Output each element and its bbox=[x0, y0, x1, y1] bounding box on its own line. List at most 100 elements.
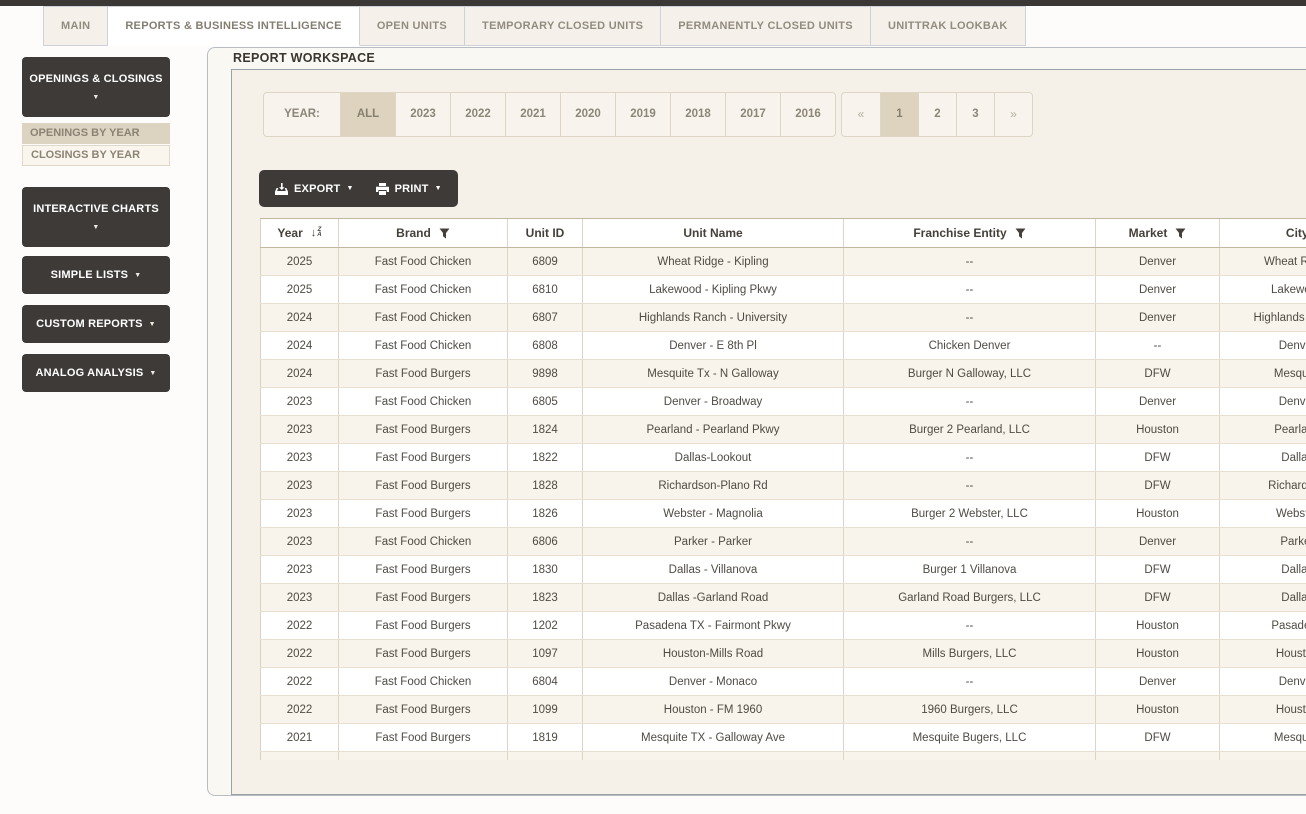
table-row: 2023 Fast Food Chicken 6805 Denver - Broadw… bbox=[260, 387, 1306, 416]
cell-city: Highlands Ranch bbox=[1219, 303, 1306, 332]
cell-brand: Fast Food Chicken bbox=[338, 667, 508, 696]
cell-franchise-entity: -- bbox=[843, 443, 1096, 472]
cell-unit-name: Dallas -Garland Road bbox=[582, 583, 844, 612]
chevron-down-icon: ▼ bbox=[434, 185, 442, 192]
cell-market: DFW bbox=[1095, 471, 1220, 500]
cell-city: Denver bbox=[1219, 331, 1306, 360]
table-row: 2023 Fast Food Burgers 1824 Pearland - Pear… bbox=[260, 415, 1306, 444]
column-header-unit-id[interactable]: Unit ID bbox=[507, 218, 583, 248]
cell-unit-name: Richardson-Plano Rd bbox=[582, 471, 844, 500]
cell-unit-id: 1826 bbox=[507, 499, 583, 528]
column-header-market[interactable]: Market bbox=[1095, 218, 1220, 248]
table-row-partial bbox=[260, 751, 1306, 760]
sort-za-letters: ZA bbox=[317, 227, 321, 238]
cell-unit-id: 1822 bbox=[507, 443, 583, 472]
cell-city: Dallas bbox=[1219, 583, 1306, 612]
cell-unit-name: Pasadena TX - Fairmont Pkwy bbox=[582, 611, 844, 640]
filter-icon bbox=[1175, 228, 1186, 239]
sidebar-button-interactive-charts[interactable]: INTERACTIVE CHARTS ▼ bbox=[22, 187, 170, 247]
sidebar-button-simple-lists[interactable]: SIMPLE LISTS ▼ bbox=[22, 256, 170, 294]
report-workspace-panel: REPORT WORKSPACE YEAR: ALL 2023 2022 2021 20… bbox=[207, 47, 1306, 796]
cell-city: Mesquite bbox=[1219, 359, 1306, 388]
export-icon bbox=[275, 182, 288, 195]
table-row: 2025 Fast Food Chicken 6809 Wheat Ridge - K… bbox=[260, 247, 1306, 276]
cell-city: Denver bbox=[1219, 387, 1306, 416]
cell-brand: Fast Food Burgers bbox=[338, 499, 508, 528]
table-row: 2022 Fast Food Burgers 1097 Houston-Mills R… bbox=[260, 639, 1306, 668]
year-option-2020[interactable]: 2020 bbox=[560, 93, 615, 136]
year-option-2021[interactable]: 2021 bbox=[505, 93, 560, 136]
pagination-page-2[interactable]: 2 bbox=[918, 93, 956, 136]
column-header-label: Unit ID bbox=[525, 226, 565, 240]
cell-year: 2023 bbox=[260, 387, 339, 416]
export-button[interactable]: EXPORT ▼ bbox=[275, 182, 354, 195]
year-option-2017[interactable]: 2017 bbox=[725, 93, 780, 136]
column-header-label: Market bbox=[1128, 226, 1168, 240]
sidebar-item-openings-by-year[interactable]: OPENINGS BY YEAR bbox=[22, 123, 170, 144]
column-header-label: City bbox=[1285, 226, 1306, 240]
pagination-page-3[interactable]: 3 bbox=[956, 93, 994, 136]
cell-brand bbox=[338, 751, 508, 760]
cell-year: 2025 bbox=[260, 247, 339, 276]
column-header-franchise-entity[interactable]: Franchise Entity bbox=[843, 218, 1096, 248]
column-header-city[interactable]: City bbox=[1219, 218, 1306, 248]
column-header-inner: Franchise Entity bbox=[913, 226, 1026, 240]
column-header-inner: Unit ID bbox=[526, 226, 565, 240]
cell-unit-id: 6807 bbox=[507, 303, 583, 332]
cell-franchise-entity: 1960 Burgers, LLC bbox=[843, 695, 1096, 724]
table-row: 2023 Fast Food Burgers 1828 Richardson-Plan… bbox=[260, 471, 1306, 500]
cell-franchise-entity: -- bbox=[843, 303, 1096, 332]
tab-temporary-closed-units[interactable]: TEMPORARY CLOSED UNITS bbox=[465, 6, 662, 46]
report-table-container: Year ↓ Z A Brand Unit ID Unit Name Franchise En… bbox=[260, 218, 1306, 760]
action-bar: EXPORT ▼ PRINT ▼ bbox=[259, 170, 458, 207]
year-option-2023[interactable]: 2023 bbox=[395, 93, 450, 136]
pagination-page-1[interactable]: 1 bbox=[880, 93, 918, 136]
cell-unit-id: 1099 bbox=[507, 695, 583, 724]
cell-unit-id: 6808 bbox=[507, 331, 583, 360]
cell-brand: Fast Food Chicken bbox=[338, 331, 508, 360]
year-filter-label: YEAR: bbox=[284, 108, 320, 120]
cell-year: 2023 bbox=[260, 527, 339, 556]
tab-main[interactable]: MAIN bbox=[43, 6, 109, 46]
sidebar-button-analog-analysis[interactable]: ANALOG ANALYSIS ▼ bbox=[22, 354, 170, 392]
sidebar-button-openings-closings[interactable]: OPENINGS & CLOSINGS ▼ bbox=[22, 57, 170, 117]
column-header-unit-name[interactable]: Unit Name bbox=[582, 218, 844, 248]
pagination-next-button[interactable]: » bbox=[994, 93, 1032, 136]
cell-brand: Fast Food Burgers bbox=[338, 723, 508, 752]
year-option-2016[interactable]: 2016 bbox=[780, 93, 835, 136]
cell-unit-id: 1097 bbox=[507, 639, 583, 668]
cell-city: Denver bbox=[1219, 667, 1306, 696]
tab-reports-business-intelligence[interactable]: REPORTS & BUSINESS INTELLIGENCE bbox=[108, 6, 360, 46]
cell-brand: Fast Food Chicken bbox=[338, 275, 508, 304]
report-workspace-body: YEAR: ALL 2023 2022 2021 2020 2019 2018 2017 201… bbox=[231, 69, 1306, 795]
year-option-2018[interactable]: 2018 bbox=[670, 93, 725, 136]
pagination-prev-button[interactable]: « bbox=[842, 93, 880, 136]
sidebar-item-closings-by-year[interactable]: CLOSINGS BY YEAR bbox=[22, 145, 170, 166]
year-option-2022[interactable]: 2022 bbox=[450, 93, 505, 136]
tab-open-units[interactable]: OPEN UNITS bbox=[359, 6, 466, 46]
cell-city: Pasadena bbox=[1219, 611, 1306, 640]
tab-permanently-closed-units[interactable]: PERMANENTLY CLOSED UNITS bbox=[661, 6, 871, 46]
cell-brand: Fast Food Burgers bbox=[338, 415, 508, 444]
cell-franchise-entity: -- bbox=[843, 387, 1096, 416]
print-button[interactable]: PRINT ▼ bbox=[375, 182, 442, 195]
tab-unittrak-lookbak[interactable]: UNITTRAK LOOKBAK bbox=[870, 6, 1026, 46]
column-header-year[interactable]: Year ↓ Z A bbox=[260, 218, 339, 248]
column-header-label: Brand bbox=[396, 226, 431, 240]
table-row: 2025 Fast Food Chicken 6810 Lakewood - Kipl… bbox=[260, 275, 1306, 304]
year-option-2019[interactable]: 2019 bbox=[615, 93, 670, 136]
filter-toolbar: YEAR: ALL 2023 2022 2021 2020 2019 2018 2017 201… bbox=[263, 92, 1033, 137]
cell-unit-name: Webster - Magnolia bbox=[582, 499, 844, 528]
sidebar-button-custom-reports[interactable]: CUSTOM REPORTS ▼ bbox=[22, 305, 170, 343]
cell-unit-id: 1828 bbox=[507, 471, 583, 500]
cell-franchise-entity bbox=[843, 751, 1096, 760]
sort-arrow: ↓ bbox=[310, 227, 317, 239]
column-header-label: Unit Name bbox=[683, 226, 743, 240]
column-header-brand[interactable]: Brand bbox=[338, 218, 508, 248]
cell-city: Wheat Ridge bbox=[1219, 247, 1306, 276]
cell-brand: Fast Food Burgers bbox=[338, 443, 508, 472]
cell-unit-name: Denver - E 8th Pl bbox=[582, 331, 844, 360]
year-option-all[interactable]: ALL bbox=[340, 93, 395, 136]
cell-year: 2023 bbox=[260, 443, 339, 472]
chevron-down-icon: ▼ bbox=[92, 94, 100, 101]
